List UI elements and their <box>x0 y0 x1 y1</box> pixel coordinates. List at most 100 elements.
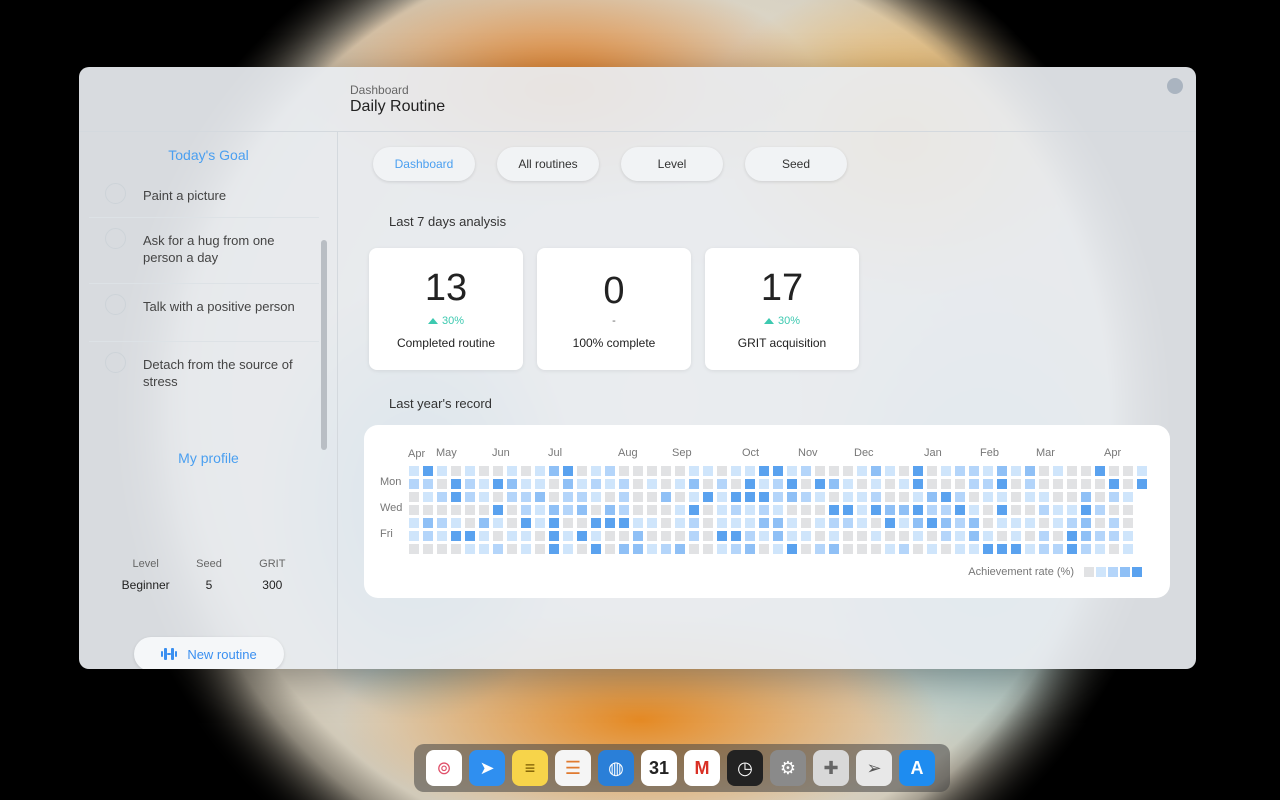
heatmap-cell[interactable] <box>1011 518 1021 528</box>
heatmap-cell[interactable] <box>885 531 895 541</box>
heatmap-cell[interactable] <box>451 505 461 515</box>
heatmap-cell[interactable] <box>815 518 825 528</box>
heatmap-cell[interactable] <box>605 544 615 554</box>
heatmap-cell[interactable] <box>759 492 769 502</box>
heatmap-cell[interactable] <box>1067 466 1077 476</box>
heatmap-cell[interactable] <box>675 466 685 476</box>
heatmap-cell[interactable] <box>913 479 923 489</box>
heatmap-cell[interactable] <box>1039 531 1049 541</box>
heatmap-cell[interactable] <box>661 479 671 489</box>
heatmap-cell[interactable] <box>535 531 545 541</box>
heatmap-cell[interactable] <box>493 518 503 528</box>
heatmap-cell[interactable] <box>591 544 601 554</box>
heatmap-cell[interactable] <box>493 531 503 541</box>
heatmap-cell[interactable] <box>885 479 895 489</box>
heatmap-cell[interactable] <box>661 466 671 476</box>
heatmap-cell[interactable] <box>619 505 629 515</box>
heatmap-cell[interactable] <box>535 466 545 476</box>
heatmap-cell[interactable] <box>871 518 881 528</box>
heatmap-cell[interactable] <box>423 505 433 515</box>
heatmap-cell[interactable] <box>1081 466 1091 476</box>
heatmap-cell[interactable] <box>717 544 727 554</box>
heatmap-cell[interactable] <box>899 479 909 489</box>
heatmap-cell[interactable] <box>955 531 965 541</box>
heatmap-cell[interactable] <box>437 492 447 502</box>
heatmap-cell[interactable] <box>1095 466 1105 476</box>
heatmap-cell[interactable] <box>1025 505 1035 515</box>
heatmap-cell[interactable] <box>745 466 755 476</box>
heatmap-cell[interactable] <box>787 492 797 502</box>
heatmap-cell[interactable] <box>1039 479 1049 489</box>
extensions-icon[interactable]: ✚ <box>813 750 849 786</box>
heatmap-cell[interactable] <box>899 531 909 541</box>
heatmap-cell[interactable] <box>1137 479 1147 489</box>
heatmap-cell[interactable] <box>647 518 657 528</box>
heatmap-cell[interactable] <box>717 479 727 489</box>
heatmap-cell[interactable] <box>1011 492 1021 502</box>
send-icon[interactable]: ➢ <box>856 750 892 786</box>
heatmap-cell[interactable] <box>885 492 895 502</box>
heatmap-cell[interactable] <box>689 466 699 476</box>
heatmap-cell[interactable] <box>997 544 1007 554</box>
heatmap-cell[interactable] <box>829 518 839 528</box>
heatmap-cell[interactable] <box>549 505 559 515</box>
heatmap-cell[interactable] <box>1109 531 1119 541</box>
heatmap-cell[interactable] <box>913 466 923 476</box>
heatmap-cell[interactable] <box>969 518 979 528</box>
heatmap-cell[interactable] <box>437 544 447 554</box>
heatmap-cell[interactable] <box>899 544 909 554</box>
heatmap-cell[interactable] <box>647 505 657 515</box>
heatmap-cell[interactable] <box>605 479 615 489</box>
heatmap-cell[interactable] <box>843 518 853 528</box>
heatmap-cell[interactable] <box>983 544 993 554</box>
heatmap-cell[interactable] <box>815 466 825 476</box>
heatmap-cell[interactable] <box>1095 544 1105 554</box>
heatmap-cell[interactable] <box>885 505 895 515</box>
heatmap-cell[interactable] <box>1011 531 1021 541</box>
heatmap-cell[interactable] <box>829 466 839 476</box>
heatmap-cell[interactable] <box>759 531 769 541</box>
heatmap-cell[interactable] <box>1123 479 1133 489</box>
heatmap-cell[interactable] <box>437 531 447 541</box>
heatmap-cell[interactable] <box>787 544 797 554</box>
heatmap-cell[interactable] <box>955 505 965 515</box>
heatmap-cell[interactable] <box>675 518 685 528</box>
heatmap-cell[interactable] <box>1123 518 1133 528</box>
heatmap-cell[interactable] <box>731 466 741 476</box>
heatmap-cell[interactable] <box>913 518 923 528</box>
heatmap-cell[interactable] <box>1053 544 1063 554</box>
heatmap-cell[interactable] <box>871 466 881 476</box>
heatmap-cell[interactable] <box>507 544 517 554</box>
heatmap-cell[interactable] <box>829 479 839 489</box>
heatmap-cell[interactable] <box>1011 505 1021 515</box>
heatmap-cell[interactable] <box>843 466 853 476</box>
heatmap-cell[interactable] <box>1025 544 1035 554</box>
heatmap-cell[interactable] <box>409 479 419 489</box>
heatmap-cell[interactable] <box>941 518 951 528</box>
heatmap-cell[interactable] <box>941 492 951 502</box>
heatmap-cell[interactable] <box>563 479 573 489</box>
heatmap-cell[interactable] <box>899 466 909 476</box>
heatmap-cell[interactable] <box>983 531 993 541</box>
heatmap-cell[interactable] <box>647 544 657 554</box>
heatmap-cell[interactable] <box>619 466 629 476</box>
heatmap-cell[interactable] <box>423 518 433 528</box>
heatmap-cell[interactable] <box>843 505 853 515</box>
heatmap-cell[interactable] <box>507 518 517 528</box>
heatmap-cell[interactable] <box>1039 518 1049 528</box>
heatmap-cell[interactable] <box>549 544 559 554</box>
heatmap-cell[interactable] <box>801 544 811 554</box>
heatmap-cell[interactable] <box>1053 492 1063 502</box>
heatmap-cell[interactable] <box>745 544 755 554</box>
heatmap-cell[interactable] <box>857 466 867 476</box>
heatmap-cell[interactable] <box>409 505 419 515</box>
heatmap-cell[interactable] <box>773 544 783 554</box>
heatmap-cell[interactable] <box>885 518 895 528</box>
heatmap-cell[interactable] <box>983 518 993 528</box>
heatmap-cell[interactable] <box>661 492 671 502</box>
heatmap-cell[interactable] <box>759 466 769 476</box>
heatmap-cell[interactable] <box>759 544 769 554</box>
heatmap-cell[interactable] <box>479 492 489 502</box>
heatmap-cell[interactable] <box>521 466 531 476</box>
heatmap-cell[interactable] <box>577 531 587 541</box>
